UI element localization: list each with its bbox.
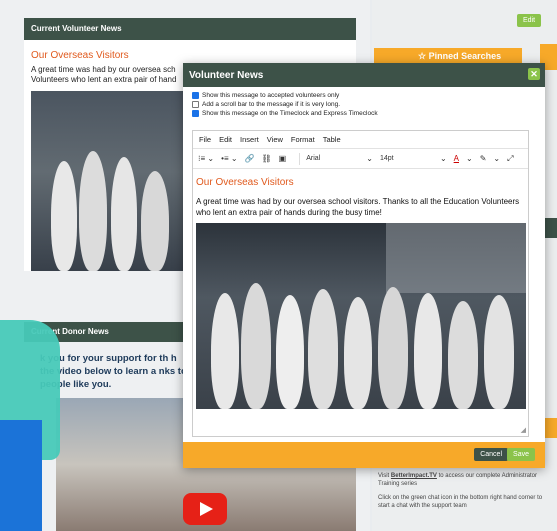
font-size-select[interactable]: 14pt bbox=[380, 155, 440, 162]
pinned-icon: ☆ bbox=[418, 51, 429, 61]
content-text: A great time was had by our oversea scho… bbox=[196, 197, 520, 217]
help-text: Visit BetterImpact.TV to access our comp… bbox=[378, 472, 548, 516]
image-icon[interactable]: ▣ bbox=[279, 154, 287, 163]
modal-header: Volunteer News ✕ bbox=[183, 63, 545, 87]
content-group-photo bbox=[196, 223, 526, 409]
checkbox-checked[interactable] bbox=[192, 92, 199, 99]
help-text-chat: Click on the green chat icon in the bott… bbox=[378, 495, 543, 509]
option-scroll-bar[interactable]: Add a scroll bar to the message if it is… bbox=[192, 100, 545, 109]
menu-file[interactable]: File bbox=[199, 135, 211, 144]
font-family-value: Arial bbox=[306, 155, 321, 162]
editor-menubar: File Edit Insert View Format Table bbox=[193, 131, 528, 149]
option-accepted-only[interactable]: Show this message to accepted volunteers… bbox=[192, 91, 545, 100]
numbered-list-icon[interactable]: ⁝≡ ⌄ bbox=[198, 154, 214, 163]
pinned-searches-header[interactable]: ☆ Pinned Searches bbox=[374, 48, 522, 64]
link-icon[interactable]: 🔗 bbox=[245, 154, 255, 163]
modal-title: Volunteer News bbox=[189, 70, 264, 81]
menu-insert[interactable]: Insert bbox=[240, 135, 259, 144]
unlink-icon[interactable]: ⛓ bbox=[262, 154, 272, 163]
editor-toolbar: ⁝≡ ⌄ •≡ ⌄ 🔗 ⛓ ▣ Arial ⌄ 14pt ⌄ A ⌄ ✎ ⌄ ⤢ bbox=[193, 149, 528, 169]
checkbox-checked[interactable] bbox=[192, 110, 199, 117]
pinned-label: Pinned Searches bbox=[428, 51, 502, 61]
modal-footer: Cancel Save bbox=[183, 442, 545, 468]
rich-text-editor: File Edit Insert View Format Table ⁝≡ ⌄ … bbox=[192, 130, 529, 437]
volunteer-news-modal: Volunteer News ✕ Show this message to ac… bbox=[183, 63, 545, 468]
content-title: Our Overseas Visitors bbox=[196, 177, 294, 188]
menu-view[interactable]: View bbox=[267, 135, 283, 144]
editor-content[interactable]: Our Overseas Visitors A great time was h… bbox=[193, 169, 528, 409]
edit-button[interactable]: Edit bbox=[517, 14, 542, 27]
option-timeclock[interactable]: Show this message on the Timeclock and E… bbox=[192, 109, 545, 118]
side-tab bbox=[544, 218, 557, 238]
volunteer-news-header: Current Volunteer News bbox=[24, 18, 356, 40]
font-family-select[interactable]: Arial bbox=[306, 155, 366, 162]
checkbox-unchecked[interactable] bbox=[192, 101, 199, 108]
text-color-icon[interactable]: A bbox=[454, 154, 459, 163]
volunteer-news-title: Our Overseas Visitors bbox=[31, 50, 129, 61]
chevron-down-icon[interactable]: ⌄ bbox=[440, 154, 447, 163]
option-label: Add a scroll bar to the message if it is… bbox=[202, 101, 341, 108]
menu-table[interactable]: Table bbox=[323, 135, 341, 144]
cancel-button[interactable]: Cancel bbox=[474, 448, 508, 461]
toolbar-divider bbox=[299, 152, 301, 165]
play-video-icon[interactable] bbox=[183, 493, 227, 525]
option-label: Show this message to accepted volunteers… bbox=[202, 92, 340, 99]
menu-format[interactable]: Format bbox=[291, 135, 315, 144]
option-label: Show this message on the Timeclock and E… bbox=[202, 110, 378, 117]
chevron-down-icon[interactable]: ⌄ bbox=[493, 154, 500, 163]
bulleted-list-icon[interactable]: •≡ ⌄ bbox=[221, 154, 237, 163]
help-text-part: Visit bbox=[378, 473, 391, 479]
menu-edit[interactable]: Edit bbox=[219, 135, 232, 144]
close-icon[interactable]: ✕ bbox=[528, 68, 540, 80]
chevron-down-icon[interactable]: ⌄ bbox=[466, 154, 473, 163]
highlight-icon[interactable]: ✎ bbox=[480, 154, 487, 163]
font-size-value: 14pt bbox=[379, 155, 394, 162]
save-button[interactable]: Save bbox=[507, 448, 535, 461]
betterimpact-link[interactable]: BetterImpact.TV bbox=[391, 473, 437, 479]
donor-news-text: k you for your support for th h the vide… bbox=[40, 353, 187, 390]
resize-handle-icon[interactable]: ◢ bbox=[521, 426, 526, 434]
decorative-shape bbox=[0, 420, 42, 531]
chevron-down-icon[interactable]: ⌄ bbox=[366, 154, 373, 163]
fullscreen-icon[interactable]: ⤢ bbox=[507, 154, 513, 164]
